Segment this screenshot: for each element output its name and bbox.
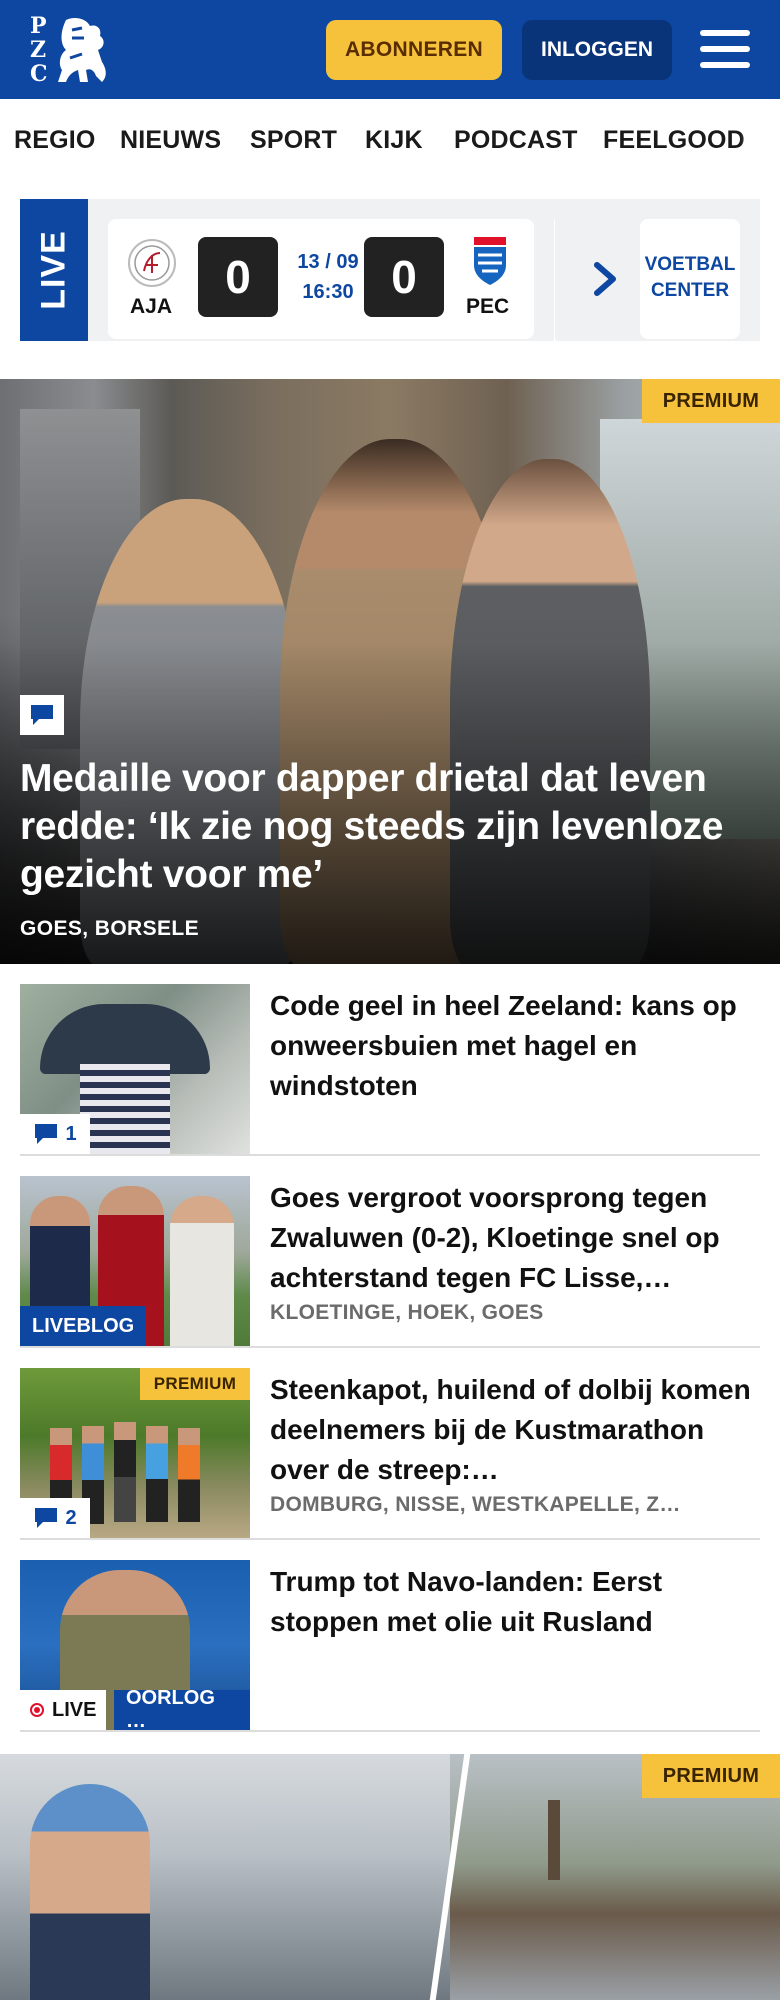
site-header: P Z C ABONNEREN INLOGGEN (0, 0, 780, 99)
nav-item-kijk[interactable]: KIJK (365, 126, 423, 155)
nav-item-nieuws[interactable]: NIEUWS (120, 126, 221, 155)
away-score: 0 (364, 237, 444, 317)
comment-icon (35, 1124, 58, 1144)
pec-crest-graphic (474, 237, 506, 285)
hero-comment-badge[interactable] (20, 695, 64, 735)
featured-article[interactable]: PREMIUM (0, 1754, 780, 2000)
nav-scroll-fade (740, 99, 780, 181)
article-thumbnail: LIVE OORLOG … (20, 1560, 250, 1730)
article-thumbnail: LIVEBLOG (20, 1176, 250, 1346)
article-title[interactable]: Goes vergroot voorsprong tegen Zwaluwen … (270, 1178, 760, 1298)
hero-article[interactable]: PREMIUM Medaille voor dapper drietal dat… (0, 379, 780, 964)
hero-location: GOES, BORSELE (20, 917, 200, 940)
nav-item-feelgood[interactable]: FEELGOOD (603, 126, 745, 155)
article-item[interactable]: 1 Code geel in heel Zeeland: kans op onw… (20, 984, 760, 1156)
ajax-crest-graphic (134, 245, 170, 281)
article-item[interactable]: LIVEBLOG Goes vergroot voorsprong tegen … (20, 1176, 760, 1348)
nav-item-sport[interactable]: SPORT (250, 126, 337, 155)
ajax-crest-icon (128, 239, 176, 287)
hero-title[interactable]: Medaille voor dapper drietal dat leven r… (20, 755, 770, 899)
comment-count-badge[interactable]: 2 (20, 1498, 90, 1538)
article-title[interactable]: Steenkapot, huilend of dolbij komen deel… (270, 1370, 760, 1490)
comment-icon (35, 1508, 58, 1528)
live-badge: LIVE (20, 199, 88, 341)
article-item[interactable]: LIVE OORLOG … Trump tot Navo-landen: Eer… (20, 1560, 760, 1732)
away-team-name: PEC (466, 295, 510, 318)
article-location: DOMBURG, NISSE, WESTKAPELLE, Z… (270, 1493, 681, 1516)
comment-count: 1 (65, 1122, 77, 1145)
menu-line (700, 30, 750, 36)
article-location: KLOETINGE, HOEK, GOES (270, 1301, 544, 1324)
pec-zwolle-crest-icon (470, 237, 510, 285)
nav-item-podcast[interactable]: PODCAST (454, 126, 578, 155)
section-nav: REGIO NIEUWS SPORT KIJK PODCAST FEELGOOD (0, 99, 780, 181)
match-date: 13 / 09 (297, 251, 359, 273)
article-title[interactable]: Code geel in heel Zeeland: kans op onwee… (270, 986, 760, 1106)
menu-line (700, 62, 750, 68)
voetbal-center-line1: VOETBAL (644, 254, 736, 275)
live-dot-icon (30, 1703, 44, 1717)
church-tower-shape (548, 1800, 560, 1880)
premium-badge: PREMIUM (642, 1754, 780, 1798)
runner-shape (178, 1428, 200, 1522)
comment-count: 2 (65, 1506, 77, 1529)
home-score: 0 (198, 237, 278, 317)
article-title[interactable]: Trump tot Navo-landen: Eerst stoppen met… (270, 1562, 760, 1682)
topic-tag: OORLOG … (114, 1687, 250, 1730)
chevron-right-icon (594, 262, 616, 296)
live-tag: LIVE (20, 1690, 107, 1730)
menu-line (700, 46, 750, 52)
runner-shape (114, 1422, 136, 1522)
live-scores-strip: LIVE AJA 0 13 / 09 16:30 0 PEC VOETBAL C… (0, 181, 780, 379)
comment-icon (31, 705, 53, 725)
hamburger-menu-icon[interactable] (700, 28, 752, 70)
article-item[interactable]: PREMIUM 2 Steenkapot, huilend of dolbij … (20, 1368, 760, 1540)
live-tag-label: LIVE (52, 1698, 97, 1721)
premium-badge: PREMIUM (140, 1368, 250, 1400)
match-datetime: 13 / 09 16:30 (288, 247, 368, 307)
article-thumbnail: 1 (20, 984, 250, 1154)
home-team-name: AJA (130, 295, 173, 318)
lion-icon (58, 18, 106, 82)
liveblog-tag: LIVEBLOG (20, 1306, 147, 1346)
voetbal-center-line2: CENTER (650, 280, 730, 301)
person-shape (170, 1196, 234, 1346)
match-time: 16:30 (302, 281, 354, 303)
premium-badge: PREMIUM (642, 379, 780, 423)
worker-shape (30, 1784, 150, 2000)
comment-count-badge[interactable]: 1 (20, 1114, 90, 1154)
article-thumbnail: PREMIUM 2 (20, 1368, 250, 1538)
subscribe-button[interactable]: ABONNEREN (326, 20, 502, 80)
runner-shape (146, 1426, 168, 1522)
pzc-logo[interactable]: P Z C (30, 14, 112, 88)
voetbal-center-link[interactable]: VOETBAL CENTER (640, 219, 740, 339)
live-badge-label: LIVE (34, 230, 73, 310)
person-shape (80, 1064, 170, 1154)
login-button[interactable]: INLOGGEN (522, 20, 672, 80)
match-card[interactable]: AJA 0 13 / 09 16:30 0 PEC (108, 219, 534, 339)
nav-item-regio[interactable]: REGIO (14, 126, 96, 155)
next-match-button[interactable] (555, 219, 635, 339)
